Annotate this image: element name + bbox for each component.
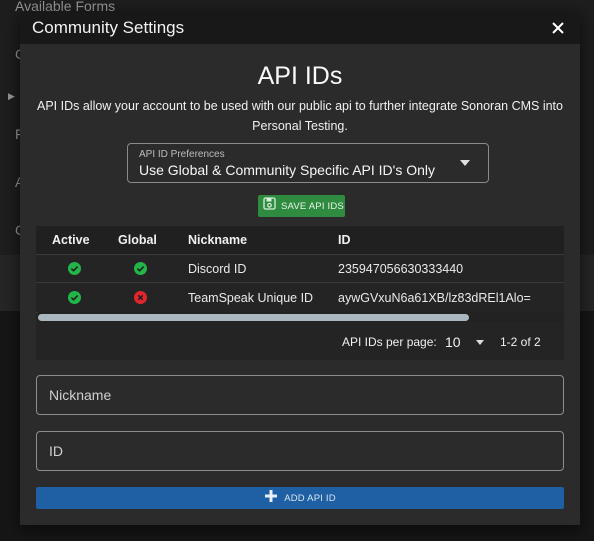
table-pagination: API IDs per page: 10 1-2 of 2	[36, 326, 564, 356]
header-global[interactable]: Global	[118, 233, 157, 247]
save-icon	[263, 197, 276, 215]
row-id: aywGVxuN6a61XB/lz83dREl1Alo=	[338, 290, 531, 305]
add-button-label: ADD API ID	[284, 492, 336, 504]
check-circle-icon[interactable]	[68, 262, 81, 278]
header-nickname[interactable]: Nickname	[188, 233, 247, 247]
id-input[interactable]	[37, 432, 563, 470]
rows-per-page-label: API IDs per page:	[342, 335, 437, 349]
caret-down-icon	[460, 160, 470, 166]
nickname-field[interactable]	[36, 375, 564, 415]
table-row[interactable]: TeamSpeak Unique ID aywGVxuN6a61XB/lz83d…	[36, 282, 564, 313]
api-id-preferences-select[interactable]: API ID Preferences Use Global & Communit…	[127, 143, 489, 183]
table-header-row: Active Global Nickname ID	[36, 226, 564, 254]
header-id[interactable]: ID	[338, 233, 351, 247]
table-row[interactable]: Discord ID 235947056630333440	[36, 254, 564, 283]
expand-triangle-icon: ▶	[8, 91, 15, 101]
community-settings-modal: Community Settings API IDs API IDs allow…	[20, 12, 580, 525]
row-id: 235947056630333440	[338, 262, 464, 276]
modal-title: Community Settings	[32, 18, 185, 37]
id-field[interactable]	[36, 431, 564, 471]
caret-down-icon[interactable]	[476, 340, 484, 345]
pagination-range: 1-2 of 2	[500, 335, 541, 349]
close-icon[interactable]	[548, 18, 568, 38]
add-api-id-button[interactable]: ADD API ID	[36, 487, 564, 509]
row-nickname: Discord ID	[188, 262, 247, 276]
select-label: API ID Preferences	[139, 149, 225, 160]
scrollbar-thumb[interactable]	[38, 314, 470, 321]
save-button-label: SAVE API IDS	[281, 200, 344, 212]
page-title: API IDs	[257, 62, 343, 90]
nickname-input[interactable]	[37, 376, 563, 414]
rows-per-page-select[interactable]: 10	[445, 334, 461, 350]
header-active[interactable]: Active	[52, 233, 90, 247]
plus-icon	[264, 489, 278, 508]
select-value: Use Global & Community Specific API ID's…	[139, 162, 435, 178]
check-circle-icon[interactable]	[68, 291, 81, 307]
x-circle-icon[interactable]	[134, 291, 147, 307]
horizontal-scrollbar[interactable]	[38, 312, 564, 322]
save-api-ids-button[interactable]: SAVE API IDS	[258, 195, 345, 217]
api-ids-table: Active Global Nickname ID Discord ID 235…	[36, 226, 564, 360]
check-circle-icon[interactable]	[134, 262, 147, 278]
modal-header: Community Settings	[20, 12, 580, 44]
row-nickname: TeamSpeak Unique ID	[188, 290, 314, 305]
description-text: API IDs allow your account to be used wi…	[37, 99, 563, 133]
